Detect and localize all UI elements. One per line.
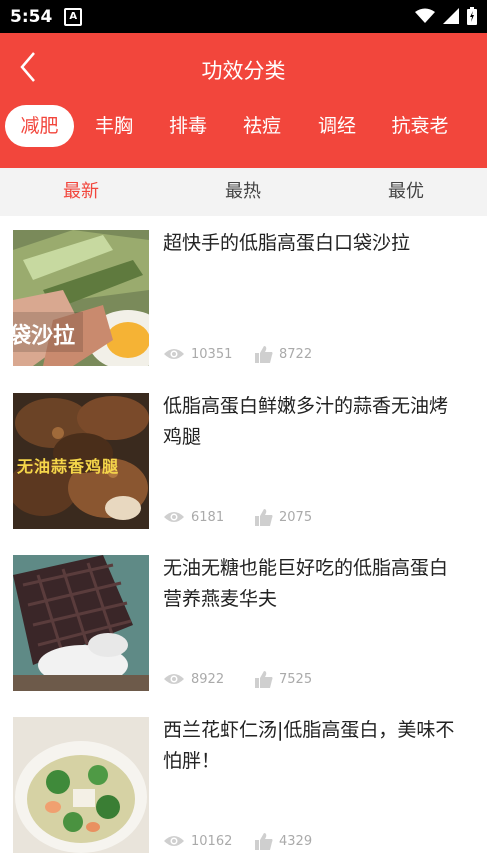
status-bar: 5:54 A — [0, 0, 487, 33]
recipe-title: 低脂高蛋白鲜嫩多汁的蒜香无油烤鸡腿 — [163, 395, 449, 448]
view-count-value: 6181 — [191, 509, 225, 525]
view-count-value: 10351 — [191, 346, 233, 362]
sort-tab-best[interactable]: 最优 — [325, 168, 487, 216]
view-count: 10162 — [163, 834, 255, 849]
view-count-value: 10162 — [191, 833, 233, 849]
eye-icon — [164, 349, 184, 359]
thumbs-up-icon — [255, 508, 273, 526]
recipe-item[interactable]: 无油无糖也能巨好吃的低脂高蛋白营养燕麦华夫 8922 7525 — [0, 541, 487, 704]
recipe-thumbnail: 袋沙拉 — [13, 230, 149, 366]
category-tab-jianfei[interactable]: 减肥 — [5, 105, 74, 147]
recipe-thumbnail — [13, 555, 149, 691]
waffle-image — [13, 555, 149, 691]
category-tab-label: 抗衰老 — [391, 115, 449, 137]
category-tab-tiaojing[interactable]: 调经 — [305, 105, 369, 147]
recipe-title: 超快手的低脂高蛋白口袋沙拉 — [163, 232, 411, 254]
like-count: 2075 — [255, 508, 313, 526]
category-tab-fengxiong[interactable]: 丰胸 — [82, 105, 146, 147]
recipe-thumbnail — [13, 717, 149, 853]
status-time: 5:54 — [10, 6, 53, 27]
wifi-icon — [415, 8, 435, 23]
recipe-stats: 8922 7525 — [163, 669, 312, 689]
category-tab-qudou[interactable]: 祛痘 — [230, 105, 294, 147]
notification-icon: A — [64, 7, 83, 26]
like-count: 4329 — [255, 832, 313, 850]
category-tab-label: 丰胸 — [94, 115, 133, 137]
category-tab-label: 排毒 — [168, 115, 207, 137]
recipe-stats: 10162 4329 — [163, 831, 312, 851]
recipe-item[interactable]: 西兰花虾仁汤|低脂高蛋白，美味不怕胖！ 10162 4329 — [0, 703, 487, 866]
category-tab-paidu[interactable]: 排毒 — [156, 105, 220, 147]
view-count: 8922 — [163, 672, 255, 687]
view-count: 6181 — [163, 510, 255, 525]
thumbnail-caption: 袋沙拉 — [13, 324, 76, 349]
thumbs-up-icon — [255, 832, 273, 850]
sort-bar: 最新 最热 最优 — [0, 168, 487, 217]
eye-icon — [164, 674, 184, 684]
recipe-stats: 10351 8722 — [163, 344, 312, 364]
soup-image — [13, 717, 149, 853]
sort-tab-hottest[interactable]: 最热 — [162, 168, 324, 216]
category-tab-label: 调经 — [317, 115, 356, 137]
thumbs-up-icon — [255, 670, 273, 688]
like-count-value: 4329 — [279, 833, 313, 849]
like-count: 8722 — [255, 345, 313, 363]
like-count-value: 7525 — [279, 671, 313, 687]
thumbs-up-icon — [255, 345, 273, 363]
app-header: 功效分类 减肥 丰胸 排毒 祛痘 调经 抗衰老 — [0, 33, 487, 168]
signal-icon — [443, 8, 459, 24]
recipe-title: 西兰花虾仁汤|低脂高蛋白，美味不怕胖！ — [163, 719, 455, 772]
recipe-title: 无油无糖也能巨好吃的低脂高蛋白营养燕麦华夫 — [163, 557, 449, 610]
recipe-item[interactable]: 无油蒜香鸡腿 低脂高蛋白鲜嫩多汁的蒜香无油烤鸡腿 6181 2075 — [0, 379, 487, 542]
category-tab-label: 减肥 — [20, 115, 59, 137]
eye-icon — [164, 836, 184, 846]
category-tab-kangshuailao[interactable]: 抗衰老 — [382, 105, 458, 147]
view-count: 10351 — [163, 347, 255, 362]
battery-icon — [467, 7, 477, 25]
page-title: 功效分类 — [201, 59, 286, 83]
like-count: 7525 — [255, 670, 313, 688]
sort-tab-newest[interactable]: 最新 — [0, 168, 162, 216]
recipe-thumbnail: 无油蒜香鸡腿 — [13, 393, 149, 529]
recipe-stats: 6181 2075 — [163, 507, 312, 527]
view-count-value: 8922 — [191, 671, 225, 687]
thumbnail-caption: 无油蒜香鸡腿 — [17, 457, 120, 476]
like-count-value: 8722 — [279, 346, 313, 362]
like-count-value: 2075 — [279, 509, 313, 525]
category-tabs: 减肥 丰胸 排毒 祛痘 调经 抗衰老 — [0, 105, 487, 149]
eye-icon — [164, 512, 184, 522]
recipe-item[interactable]: 袋沙拉 超快手的低脂高蛋白口袋沙拉 10351 8722 — [0, 216, 487, 379]
category-tab-label: 祛痘 — [242, 115, 281, 137]
